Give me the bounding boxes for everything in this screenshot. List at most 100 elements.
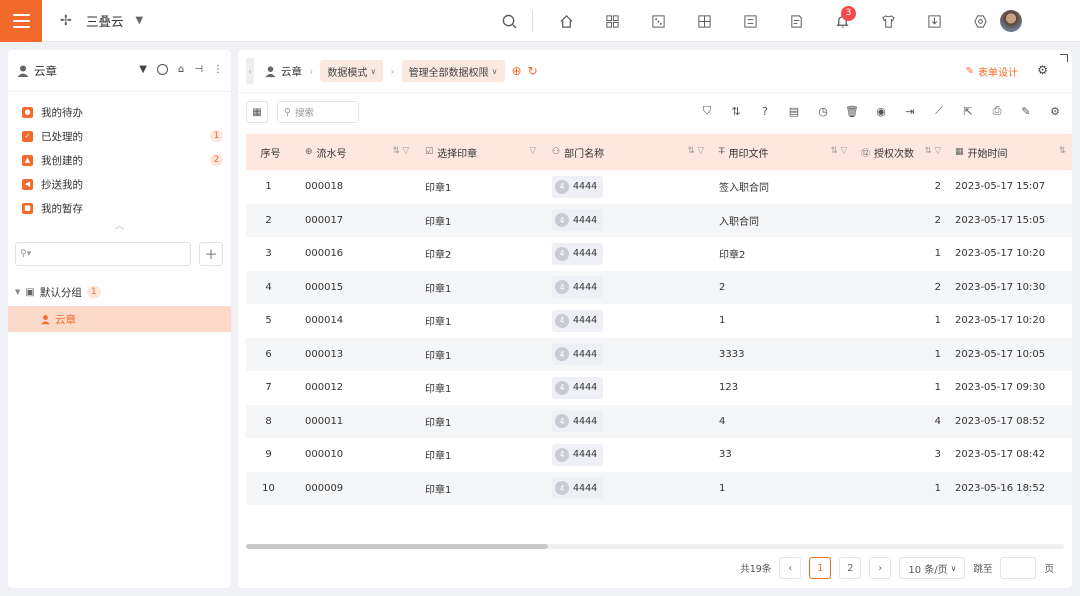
- expand-caret-icon[interactable]: ▼: [15, 288, 20, 296]
- collapse-panel-icon[interactable]: ⊣: [194, 64, 203, 75]
- filter-icon[interactable]: ▽: [529, 146, 536, 156]
- dept-tag[interactable]: 4 4444: [552, 309, 604, 332]
- table-row[interactable]: 5 000014 印章1 4 4444 1 1 2023-05-17 10:20: [246, 304, 1072, 338]
- dept-tag[interactable]: 4 4444: [552, 343, 604, 366]
- dept-tag[interactable]: 4 4444: [552, 175, 604, 198]
- table-row[interactable]: 10 000009 印章1 4 4444 1 1 2023-05-16 18:52: [246, 471, 1072, 506]
- cell-serial[interactable]: 000017: [295, 204, 415, 238]
- more-vertical-icon[interactable]: ⋮: [213, 64, 223, 75]
- home-icon[interactable]: ⌂: [178, 64, 184, 75]
- jump-page-input[interactable]: [1000, 557, 1037, 579]
- cell-serial[interactable]: 000012: [295, 371, 415, 405]
- column-header-index[interactable]: 序号: [246, 134, 295, 170]
- cell-serial[interactable]: 000010: [295, 438, 415, 472]
- gear-icon[interactable]: ⚙: [1037, 63, 1048, 77]
- add-group-button[interactable]: +: [199, 242, 223, 266]
- task-draft[interactable]: ■ 我的暂存: [22, 196, 231, 220]
- dept-tag[interactable]: 4 4444: [552, 410, 604, 433]
- horizontal-scrollbar[interactable]: [246, 544, 1064, 549]
- eye-icon[interactable]: ◉: [874, 104, 888, 118]
- table-row[interactable]: 6 000013 印章1 4 4444 3333 1 2023-05-17 10:05: [246, 337, 1072, 372]
- table-row[interactable]: 2 000017 印章1 4 4444 入职合同 2 2023-05-17 15:05: [246, 203, 1072, 238]
- dept-tag[interactable]: 4 4444: [552, 443, 604, 466]
- caret-down-icon[interactable]: ▼: [139, 64, 147, 75]
- sort-filter-icon[interactable]: ⇅ ▽: [688, 146, 704, 156]
- next-page-button[interactable]: ›: [869, 557, 892, 579]
- table-row[interactable]: 8 000011 印章1 4 4444 4 4 2023-05-17 08:52: [246, 404, 1072, 439]
- user-avatar[interactable]: [1000, 10, 1022, 32]
- brand-switcher[interactable]: ✢ 三叠云 ▼: [60, 11, 143, 30]
- cell-serial[interactable]: 000018: [295, 170, 415, 204]
- bell-icon[interactable]: 3: [833, 6, 856, 30]
- shirt-icon[interactable]: [879, 12, 897, 30]
- grid-plus-icon[interactable]: [695, 12, 713, 30]
- page-button[interactable]: 2: [839, 557, 862, 579]
- cell-serial[interactable]: 000009: [295, 472, 415, 506]
- tree-item-selected[interactable]: 云章: [8, 306, 231, 332]
- scope-dropdown[interactable]: 管理全部数据权限 ∨: [401, 60, 505, 82]
- table-row[interactable]: 9 000010 印章1 4 4444 33 3 2023-05-17 08:42: [246, 438, 1072, 472]
- prev-page-button[interactable]: ‹: [779, 557, 802, 579]
- settings-icon[interactable]: ⚙: [1048, 104, 1062, 118]
- cell-serial[interactable]: 000013: [295, 338, 415, 372]
- table-search-input[interactable]: ⚲ 搜索: [277, 101, 359, 123]
- cell-serial[interactable]: 000016: [295, 237, 415, 271]
- column-header-dept[interactable]: ⚇ 部门名称 ⇅ ▽: [542, 134, 710, 170]
- column-header-seal[interactable]: ☑ 选择印章 ▽: [415, 134, 542, 170]
- sort-icon[interactable]: ⇅: [1059, 146, 1066, 156]
- page-size-select[interactable]: 10 条/页 ∨: [899, 557, 966, 579]
- chart-icon[interactable]: ⟋: [932, 104, 946, 118]
- tree-group-default[interactable]: ▼ ▣ 默认分组 1: [8, 280, 231, 304]
- column-header-count[interactable]: ⑫ 授权次数 ⇅ ▽: [853, 134, 947, 170]
- cell-serial[interactable]: 000015: [295, 271, 415, 305]
- export-doc-icon[interactable]: ▤: [787, 104, 801, 118]
- info-circle-icon[interactable]: [156, 64, 168, 75]
- tree-search-input[interactable]: ⚲▾: [15, 242, 191, 266]
- dept-tag[interactable]: 4 4444: [552, 209, 604, 232]
- view-switch-icon[interactable]: ▦: [246, 101, 268, 123]
- task-processed[interactable]: ✓ 已处理的 1: [22, 124, 231, 148]
- table-row[interactable]: 1 000018 印章1 4 4444 签入职合同 2 2023-05-17 15:07: [246, 170, 1072, 204]
- settings-hex-icon[interactable]: [971, 12, 989, 30]
- column-header-start[interactable]: ▦ 开始时间 ⇅: [947, 134, 1072, 170]
- collapse-up-icon[interactable]: ︿: [8, 220, 231, 234]
- task-todo[interactable]: ● 我的待办: [22, 100, 231, 124]
- sort-filter-icon[interactable]: ⇅ ▽: [925, 146, 941, 156]
- breadcrumb-root[interactable]: 云章: [264, 64, 302, 79]
- filter-icon[interactable]: ⛉: [700, 104, 714, 118]
- download-icon[interactable]: [925, 12, 943, 30]
- help-icon[interactable]: ?: [758, 104, 772, 118]
- refresh-icon[interactable]: ↻: [528, 64, 538, 78]
- sort-icon[interactable]: ⇅: [729, 104, 743, 118]
- table-row[interactable]: 4 000015 印章1 4 4444 2 2 2023-05-17 10:30: [246, 270, 1072, 305]
- import-icon[interactable]: ⇥: [903, 104, 917, 118]
- scrollbar-thumb[interactable]: [246, 544, 548, 549]
- cell-serial[interactable]: 000011: [295, 405, 415, 439]
- mode-dropdown[interactable]: 数据模式 ∨: [320, 60, 384, 82]
- table-row[interactable]: 7 000012 印章1 4 4444 123 1 2023-05-17 09:30: [246, 371, 1072, 405]
- apps-icon[interactable]: [603, 12, 621, 30]
- back-icon[interactable]: ‹: [246, 58, 254, 84]
- dept-tag[interactable]: 4 4444: [552, 276, 604, 299]
- dept-tag[interactable]: 4 4444: [552, 376, 604, 399]
- menu-toggle-button[interactable]: [0, 0, 42, 42]
- search-icon[interactable]: [500, 12, 518, 30]
- home-icon[interactable]: [557, 12, 575, 30]
- page-button[interactable]: 1: [809, 557, 832, 579]
- dice-icon[interactable]: [649, 12, 667, 30]
- dept-tag[interactable]: 4 4444: [552, 242, 604, 265]
- task-cc[interactable]: ◀ 抄送我的: [22, 172, 231, 196]
- column-header-serial[interactable]: ⊕ 流水号 ⇅ ▽: [295, 134, 415, 170]
- cell-serial[interactable]: 000014: [295, 304, 415, 338]
- form-design-button[interactable]: ✎ 表单设计: [966, 64, 1018, 79]
- table-row[interactable]: 3 000016 印章2 4 4444 印章2 1 2023-05-17 10:20: [246, 237, 1072, 271]
- delete-icon[interactable]: 🗑: [845, 104, 859, 118]
- history-icon[interactable]: ◷: [816, 104, 830, 118]
- print-icon[interactable]: ⎙: [990, 104, 1004, 118]
- add-circle-icon[interactable]: ⊕: [512, 64, 522, 78]
- document-icon[interactable]: [787, 12, 805, 30]
- edit-icon[interactable]: ✎: [1019, 104, 1033, 118]
- dept-tag[interactable]: 4 4444: [552, 477, 604, 500]
- list-icon[interactable]: [741, 12, 759, 30]
- task-created[interactable]: ▲ 我创建的 2: [22, 148, 231, 172]
